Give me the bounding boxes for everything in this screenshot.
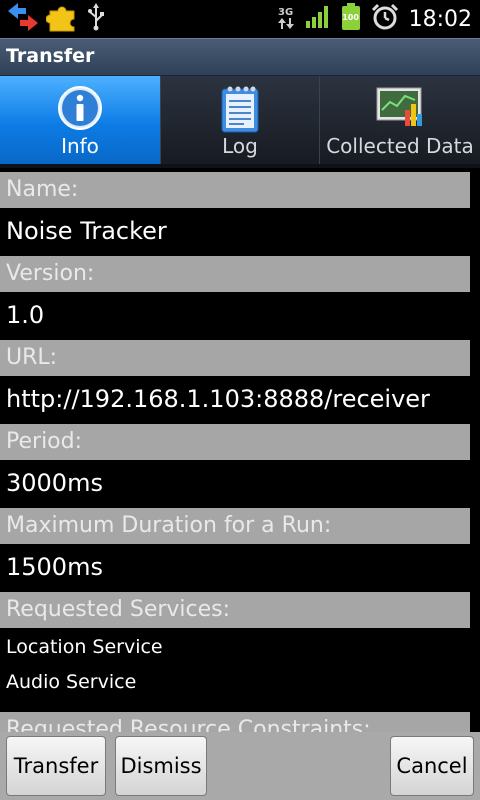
period-value: 3000ms [6, 469, 103, 497]
alarm-icon [371, 3, 399, 35]
tab-collected-data[interactable]: Collected Data [320, 76, 480, 164]
name-value: Noise Tracker [6, 217, 167, 245]
transfer-button[interactable]: Transfer [6, 736, 106, 796]
version-value: 1.0 [6, 301, 45, 329]
list-item: Audio Service [6, 671, 137, 693]
notepad-icon [218, 84, 262, 138]
cancel-button[interactable]: Cancel [390, 736, 474, 796]
dismiss-button[interactable]: Dismiss [115, 736, 207, 796]
battery-level: 100 [342, 13, 359, 22]
info-content[interactable]: Name: Noise Tracker Version: 1.0 URL: ht… [0, 172, 480, 732]
page-title: Transfer [6, 45, 95, 67]
url-label: URL: [0, 340, 470, 376]
status-bar: 3G 100 18:02 [0, 0, 480, 38]
puzzle-icon [45, 1, 80, 37]
list-item: Location Service [6, 636, 163, 658]
clock: 18:02 [408, 6, 472, 32]
transfer-arrows-icon [6, 2, 40, 36]
network-type-indicator: 3G [277, 8, 295, 30]
usb-icon [86, 3, 106, 35]
name-label: Name: [0, 172, 470, 208]
tab-bar: Info Log Collected Data [0, 76, 480, 168]
url-value: http://192.168.1.103:8888/receiver [6, 385, 430, 413]
requested-services-label: Requested Services: [0, 592, 470, 628]
resource-constraints-label: Requested Resource Constraints: [0, 712, 470, 732]
version-label: Version: [0, 256, 470, 292]
signal-icon [305, 5, 331, 33]
chart-icon [375, 84, 425, 132]
title-bar: Transfer [0, 38, 480, 76]
max-duration-value: 1500ms [6, 553, 103, 581]
period-label: Period: [0, 424, 470, 460]
button-bar: Transfer Dismiss Cancel [0, 732, 480, 800]
max-duration-label: Maximum Duration for a Run: [0, 508, 470, 544]
info-icon [56, 84, 104, 136]
requested-services-list: Location Service Audio Service [0, 628, 480, 712]
tab-info[interactable]: Info [0, 76, 161, 164]
battery-icon: 100 [341, 3, 361, 35]
tab-log[interactable]: Log [161, 76, 320, 164]
